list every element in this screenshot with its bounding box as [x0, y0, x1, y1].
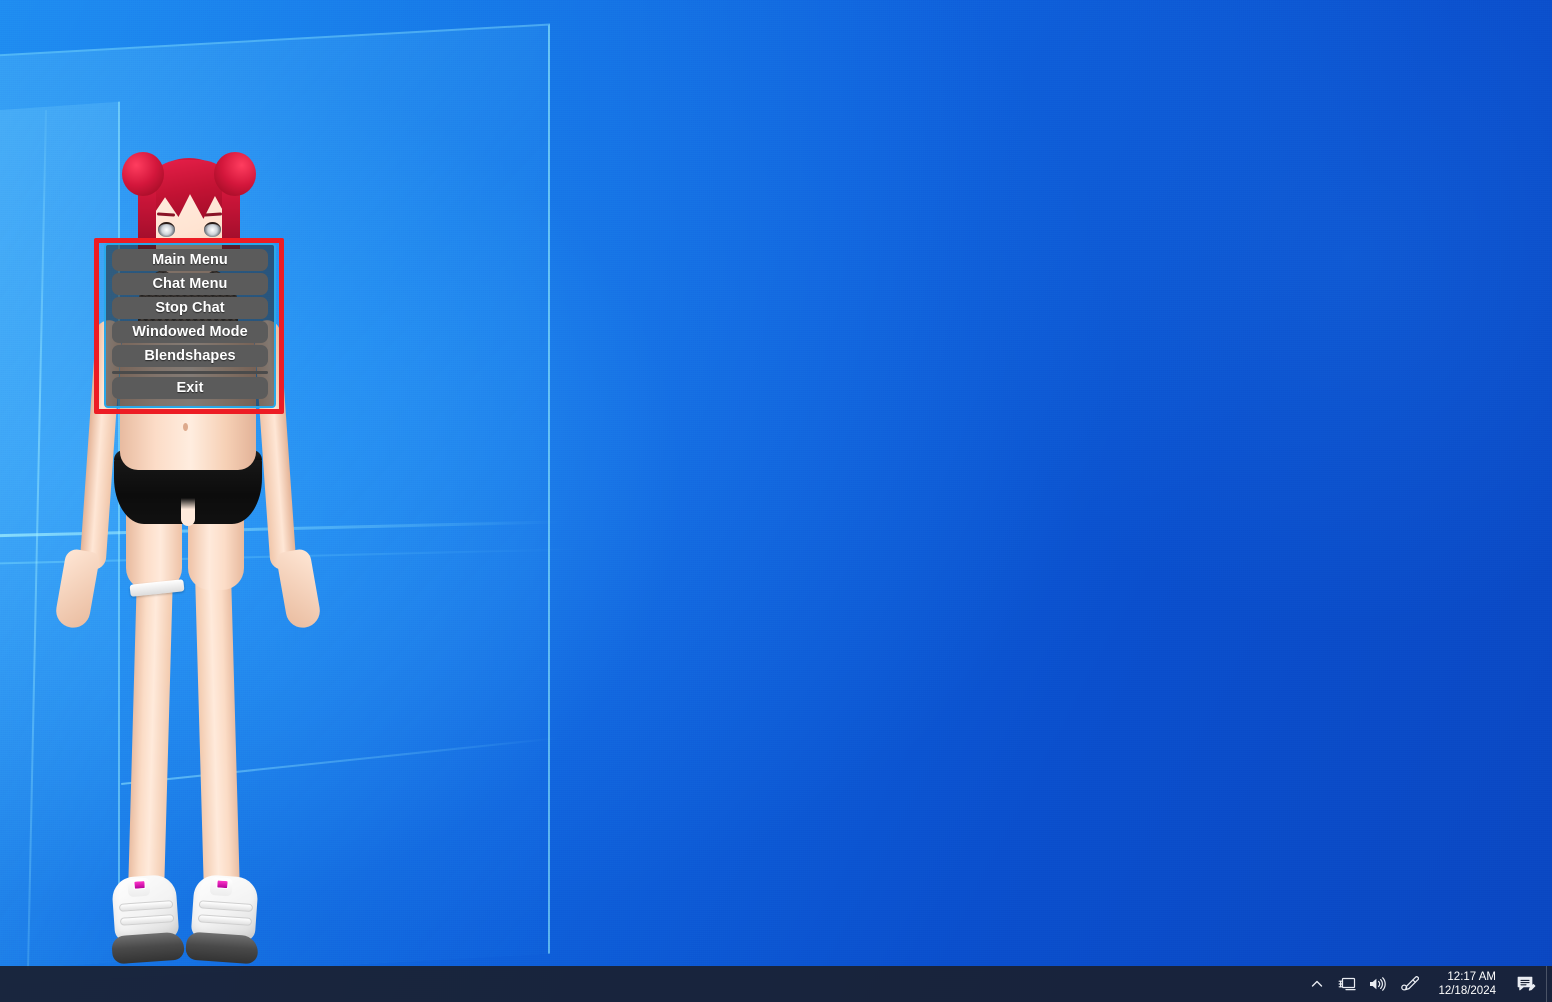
desktop-screen: Main Menu Chat Menu Stop Chat Windowed M… [0, 0, 1552, 1002]
avatar-navel [183, 423, 188, 431]
clock-date: 12/18/2024 [1438, 985, 1496, 997]
system-tray [1302, 966, 1426, 1002]
shoe-sole [185, 931, 259, 965]
avatar-shoe-right [185, 873, 263, 965]
avatar-shorts-inseam [181, 498, 195, 526]
clock-time: 12:17 AM [1447, 971, 1496, 983]
vtuber-avatar[interactable] [0, 70, 420, 990]
avatar-hand-right [275, 547, 323, 631]
shoe-accent-tag [133, 879, 146, 890]
windows-taskbar[interactable]: 12:17 AM 12/18/2024 [0, 966, 1552, 1002]
taskbar-clock[interactable]: 12:17 AM 12/18/2024 [1426, 966, 1506, 1002]
shoe-sole [111, 931, 185, 965]
notification-chat-icon[interactable] [1506, 966, 1546, 1002]
avatar-eye-left [158, 222, 175, 237]
pen-stylus-icon[interactable] [1392, 966, 1426, 1002]
chevron-up-icon[interactable] [1302, 966, 1332, 1002]
avatar-hand-left [53, 547, 101, 631]
network-monitor-icon[interactable] [1332, 966, 1362, 1002]
avatar-eye-right [204, 222, 221, 237]
avatar-shoe-left [107, 873, 185, 965]
avatar-hair-bun-right [214, 152, 256, 196]
avatar-hair-bun-left [122, 152, 164, 196]
shoe-accent-tag [216, 879, 229, 890]
show-desktop-button[interactable] [1546, 966, 1552, 1002]
speaker-volume-icon[interactable] [1362, 966, 1392, 1002]
menu-highlight-box [94, 238, 284, 414]
